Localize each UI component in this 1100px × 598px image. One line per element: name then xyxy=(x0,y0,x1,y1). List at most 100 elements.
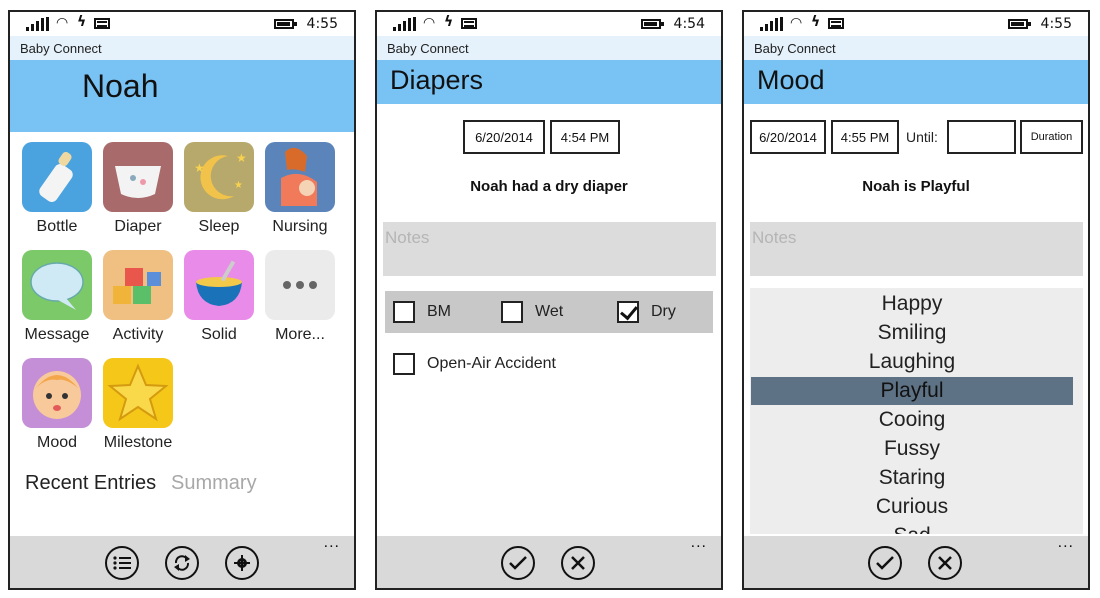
check-icon xyxy=(876,556,894,570)
mood-option[interactable]: Smiling xyxy=(751,319,1073,347)
clock: 4:55 xyxy=(1040,16,1072,32)
tile-label: Mood xyxy=(36,434,78,451)
message-icon xyxy=(94,18,110,29)
save-button[interactable] xyxy=(868,546,902,580)
tile-label: Nursing xyxy=(272,218,328,235)
food-bowl-icon xyxy=(184,250,254,320)
tile-label: Solid xyxy=(201,326,237,343)
checkbox-box xyxy=(393,301,415,323)
duration-button[interactable]: Duration xyxy=(1020,120,1083,154)
checkmark-icon xyxy=(617,301,639,323)
app-bar: ... xyxy=(377,534,721,588)
mood-option[interactable]: Staring xyxy=(751,464,1073,492)
bm-checkbox[interactable]: BM xyxy=(393,301,451,323)
signal-icon xyxy=(393,17,417,31)
svg-text:★: ★ xyxy=(236,151,247,165)
status-bar: ◠ ϟ 4:55 xyxy=(10,12,354,36)
time-field[interactable]: 4:55 PM xyxy=(831,120,899,154)
cancel-button[interactable] xyxy=(561,546,595,580)
home-screen: ◠ ϟ 4:55 Baby Connect Noah Bottle Diaper… xyxy=(8,10,356,590)
mood-option[interactable]: Laughing xyxy=(751,348,1073,376)
date-field[interactable]: 6/20/2014 xyxy=(463,120,545,154)
list-button[interactable] xyxy=(105,546,139,580)
svg-text:★: ★ xyxy=(194,161,205,175)
diaper-icon xyxy=(103,142,173,212)
checkbox-box xyxy=(393,353,415,375)
list-icon xyxy=(113,556,131,570)
message-icon xyxy=(828,18,844,29)
tile-label: Sleep xyxy=(198,218,240,235)
mood-option[interactable]: Fussy xyxy=(751,435,1073,463)
tile-label: Activity xyxy=(112,326,164,343)
diaper-tile[interactable]: Diaper xyxy=(97,142,179,236)
signal-icon xyxy=(26,17,50,31)
data-icon: ϟ xyxy=(811,14,821,30)
mood-option[interactable]: Happy xyxy=(751,290,1073,318)
message-tile[interactable]: Message xyxy=(16,250,98,344)
check-icon xyxy=(509,556,527,570)
wifi-icon: ◠ xyxy=(423,15,436,31)
date-field[interactable]: 6/20/2014 xyxy=(750,120,826,154)
diaper-type-row: BM Wet Dry xyxy=(385,291,713,333)
solid-tile[interactable]: Solid xyxy=(178,250,260,344)
save-button[interactable] xyxy=(501,546,535,580)
tab-recent-entries[interactable]: Recent Entries xyxy=(25,472,156,495)
more-dots-icon xyxy=(265,250,335,320)
mood-option[interactable]: Curious xyxy=(751,493,1073,521)
settings-icon xyxy=(234,555,250,571)
battery-icon xyxy=(1008,19,1031,29)
sync-button[interactable] xyxy=(165,546,199,580)
speech-bubble-icon xyxy=(22,250,92,320)
data-icon: ϟ xyxy=(444,14,454,30)
data-icon: ϟ xyxy=(77,14,87,30)
cancel-button[interactable] xyxy=(928,546,962,580)
open-air-accident-checkbox[interactable]: Open-Air Accident xyxy=(393,353,556,375)
tile-label: Diaper xyxy=(114,218,162,235)
nursing-icon xyxy=(265,142,335,212)
entry-summary: Noah is Playful xyxy=(862,178,970,195)
baby-face-icon xyxy=(22,358,92,428)
time-field[interactable]: 4:54 PM xyxy=(550,120,620,154)
app-title: Baby Connect xyxy=(377,36,721,60)
app-bar-more[interactable]: ... xyxy=(1058,534,1074,552)
settings-button[interactable] xyxy=(225,546,259,580)
mood-option[interactable]: Cooing xyxy=(751,406,1073,434)
child-name: Noah xyxy=(82,68,159,104)
mood-tile[interactable]: Mood xyxy=(16,358,98,452)
app-bar: ... xyxy=(744,534,1088,588)
page-title: Diapers xyxy=(390,65,484,95)
mood-option-selected[interactable]: Playful xyxy=(751,377,1073,405)
mood-screen: ◠ ϟ 4:55 Baby Connect Mood 6/20/2014 4:5… xyxy=(742,10,1090,590)
mood-option[interactable]: Sad xyxy=(751,522,1073,534)
checkbox-box xyxy=(501,301,523,323)
milestone-tile[interactable]: Milestone xyxy=(97,358,179,452)
more-tile[interactable]: More... xyxy=(259,250,341,344)
activity-tile[interactable]: Activity xyxy=(97,250,179,344)
nursing-tile[interactable]: Nursing xyxy=(259,142,341,236)
star-icon xyxy=(103,358,173,428)
dry-checkbox[interactable]: Dry xyxy=(617,301,676,323)
sleep-tile[interactable]: ★ ★ ★ Sleep xyxy=(178,142,260,236)
until-field[interactable] xyxy=(947,120,1016,154)
mood-list[interactable]: Happy Smiling Laughing Playful Cooing Fu… xyxy=(750,288,1083,534)
notes-input[interactable]: Notes xyxy=(750,222,1083,276)
svg-text:★: ★ xyxy=(234,180,243,191)
tile-label: More... xyxy=(275,326,325,343)
tile-label: Bottle xyxy=(36,218,78,235)
notes-input[interactable]: Notes xyxy=(383,222,716,276)
clock: 4:55 xyxy=(306,16,338,32)
wifi-icon: ◠ xyxy=(790,15,803,31)
app-bar-more[interactable]: ... xyxy=(691,534,707,552)
wet-checkbox[interactable]: Wet xyxy=(501,301,563,323)
header: Mood xyxy=(744,60,1088,104)
app-bar: ... xyxy=(10,534,354,588)
status-bar: ◠ ϟ 4:55 xyxy=(744,12,1088,36)
wifi-icon: ◠ xyxy=(56,15,69,31)
bottle-tile[interactable]: Bottle xyxy=(16,142,98,236)
checkbox-label: BM xyxy=(427,303,451,320)
sync-icon xyxy=(174,555,190,571)
tab-summary[interactable]: Summary xyxy=(171,472,257,495)
entry-summary: Noah had a dry diaper xyxy=(470,178,628,195)
sleep-moon-icon: ★ ★ ★ xyxy=(184,142,254,212)
app-bar-more[interactable]: ... xyxy=(324,534,340,552)
